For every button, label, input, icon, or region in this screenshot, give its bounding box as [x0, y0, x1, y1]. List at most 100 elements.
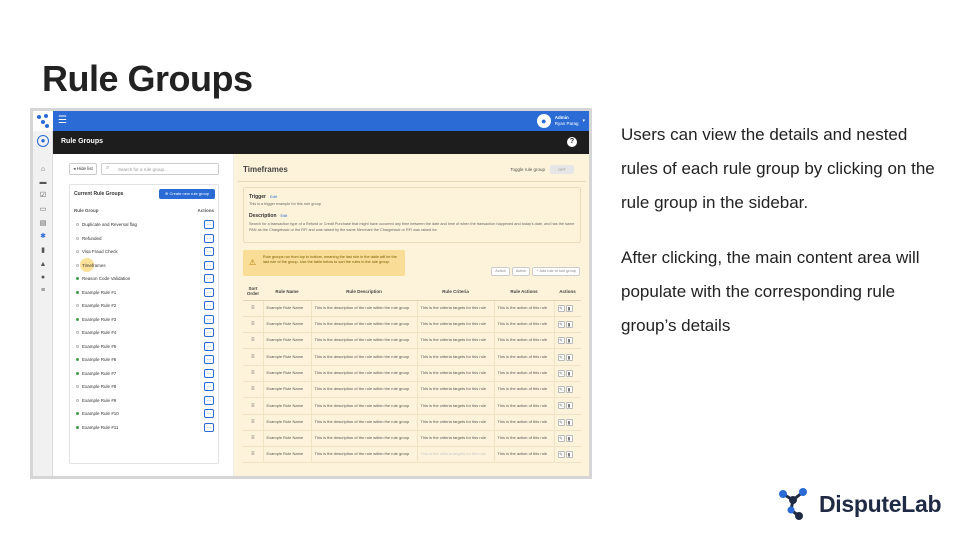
more-actions-icon[interactable]: … [204, 274, 214, 283]
delete-icon[interactable]: ▮ [565, 369, 573, 377]
more-actions-icon[interactable]: … [204, 260, 214, 270]
help-icon[interactable]: ? [567, 137, 577, 147]
edit-description-link[interactable]: Edit [281, 213, 288, 218]
col-rule-name[interactable]: Rule Name [263, 283, 311, 301]
delete-icon[interactable]: ▮ [565, 304, 573, 312]
user-menu[interactable]: ● Admin Ryan Parag ▾ [536, 112, 585, 130]
delete-icon[interactable]: ▮ [565, 386, 573, 394]
drag-handle-icon[interactable]: ≡ [251, 435, 255, 441]
more-actions-icon[interactable]: … [204, 409, 214, 418]
profile-icon[interactable]: ● [37, 135, 49, 147]
edit-icon[interactable]: ✎ [557, 451, 565, 459]
rule-group-item[interactable]: Example Rule #11… [74, 422, 216, 434]
col-sort-order[interactable]: Sort Order [243, 283, 263, 301]
edit-icon[interactable]: ✎ [557, 304, 565, 312]
add-rule-button[interactable]: + Add rule to rule group [532, 267, 580, 276]
table-icon[interactable]: ▤ [39, 220, 47, 227]
more-actions-icon[interactable]: … [204, 233, 214, 243]
inbox-icon[interactable]: ▭ [39, 206, 47, 213]
list-icon[interactable]: ≡ [39, 287, 47, 294]
create-rule-group-button[interactable]: ⊕ Create new rule group [159, 189, 215, 199]
rule-group-item[interactable]: Example Rule #6… [74, 354, 216, 366]
delete-icon[interactable]: ▮ [565, 418, 573, 426]
table-row[interactable]: ≡ Example Rule Name This is the descriptio… [243, 397, 581, 415]
gear-icon[interactable]: ✱ [39, 233, 47, 240]
drag-handle-icon[interactable]: ≡ [251, 451, 255, 457]
action-button-1[interactable]: Action [491, 267, 510, 276]
delete-icon[interactable]: ▮ [565, 435, 573, 443]
edit-icon[interactable]: ✎ [557, 337, 565, 345]
search-input[interactable]: ⌕ Search for a rule group... [101, 163, 219, 175]
rule-group-item[interactable]: Refunded… [74, 233, 216, 245]
briefcase-icon[interactable]: ▬ [39, 179, 47, 186]
app-logo-icon[interactable] [33, 111, 53, 131]
edit-icon[interactable]: ✎ [557, 386, 565, 394]
edit-icon[interactable]: ✎ [557, 418, 565, 426]
drag-handle-icon[interactable]: ≡ [251, 305, 255, 311]
table-row[interactable]: ≡ Example Rule Name This is the descriptio… [243, 365, 581, 382]
col-rule-description[interactable]: Rule Description [311, 283, 417, 301]
edit-icon[interactable]: ✎ [557, 320, 565, 328]
table-row[interactable]: ≡ Example Rule Name This is the descriptio… [243, 414, 581, 431]
warning-icon[interactable]: ▲ [39, 261, 47, 268]
hamburger-menu-icon[interactable]: ☰ [58, 115, 67, 127]
delete-icon[interactable]: ▮ [565, 353, 573, 361]
more-actions-icon[interactable]: … [204, 355, 214, 364]
rule-group-item[interactable]: Timeframes… [74, 257, 216, 272]
delete-icon[interactable]: ▮ [565, 320, 573, 328]
drag-handle-icon[interactable]: ≡ [251, 337, 255, 343]
table-row[interactable]: ≡ Example Rule Name This is the descriptio… [243, 446, 581, 464]
rule-group-item[interactable]: Example Rule #3… [74, 314, 216, 326]
home-icon[interactable]: ⌂ [39, 166, 47, 173]
edit-icon[interactable]: ✎ [557, 435, 565, 443]
more-actions-icon[interactable]: … [204, 220, 214, 229]
users-icon[interactable]: ● [39, 274, 47, 281]
more-actions-icon[interactable]: … [204, 382, 214, 391]
rule-group-toggle[interactable]: OFF [550, 165, 574, 174]
edit-icon[interactable]: ✎ [557, 402, 565, 410]
more-actions-icon[interactable]: … [204, 328, 214, 337]
more-actions-icon[interactable]: … [204, 301, 214, 310]
table-row[interactable]: ≡ Example Rule Name This is the descriptio… [243, 348, 581, 366]
table-row[interactable]: ≡ Example Rule Name This is the descriptio… [243, 381, 581, 399]
more-actions-icon[interactable]: … [204, 287, 214, 297]
delete-icon[interactable]: ▮ [565, 337, 573, 345]
delete-icon[interactable]: ▮ [565, 451, 573, 459]
drag-handle-icon[interactable]: ≡ [251, 321, 255, 327]
table-row[interactable]: ≡ Example Rule Name This is the descriptio… [243, 316, 581, 334]
more-actions-icon[interactable]: … [204, 422, 214, 432]
drag-handle-icon[interactable]: ≡ [251, 370, 255, 376]
delete-icon[interactable]: ▮ [565, 402, 573, 410]
rule-group-item[interactable]: Example Rule #1… [74, 287, 216, 299]
edit-trigger-link[interactable]: Edit [270, 194, 277, 199]
table-row[interactable]: ≡ Example Rule Name This is the descriptio… [243, 300, 581, 317]
rule-group-item[interactable]: Duplicate and Reversal flag… [74, 219, 216, 231]
more-actions-icon[interactable]: … [204, 314, 214, 324]
col-rule-criteria[interactable]: Rule Criteria [417, 283, 494, 301]
edit-icon[interactable]: ✎ [557, 369, 565, 377]
rule-group-item[interactable]: Example Rule #5… [74, 341, 216, 353]
table-row[interactable]: ≡ Example Rule Name This is the descriptio… [243, 430, 581, 448]
col-rule-actions[interactable]: Rule Actions [494, 283, 554, 301]
rule-group-item[interactable]: Example Rule #10… [74, 408, 216, 420]
rule-group-item[interactable]: Example Rule #7… [74, 368, 216, 380]
more-actions-icon[interactable]: … [204, 368, 214, 378]
more-actions-icon[interactable]: … [204, 247, 214, 256]
document-icon[interactable]: ▮ [39, 247, 47, 254]
checklist-icon[interactable]: ☑ [39, 192, 47, 199]
edit-icon[interactable]: ✎ [557, 353, 565, 361]
rule-group-item[interactable]: Reason Code Validation… [74, 273, 216, 285]
rule-group-item[interactable]: Example Rule #2… [74, 300, 216, 312]
drag-handle-icon[interactable]: ≡ [251, 386, 255, 392]
rule-group-item[interactable]: Example Rule #8… [74, 381, 216, 393]
more-actions-icon[interactable]: … [204, 341, 214, 351]
table-row[interactable]: ≡ Example Rule Name This is the descriptio… [243, 332, 581, 350]
drag-handle-icon[interactable]: ≡ [251, 419, 255, 425]
rule-group-item[interactable]: Example Rule #9… [74, 395, 216, 407]
hide-list-button[interactable]: ◂ Hide list [69, 163, 97, 175]
rule-group-item[interactable]: Visa Fraud Check… [74, 246, 216, 258]
drag-handle-icon[interactable]: ≡ [251, 403, 255, 409]
rule-group-item[interactable]: Example Rule #4… [74, 327, 216, 339]
drag-handle-icon[interactable]: ≡ [251, 354, 255, 360]
action-button-2[interactable]: Action [511, 267, 531, 276]
